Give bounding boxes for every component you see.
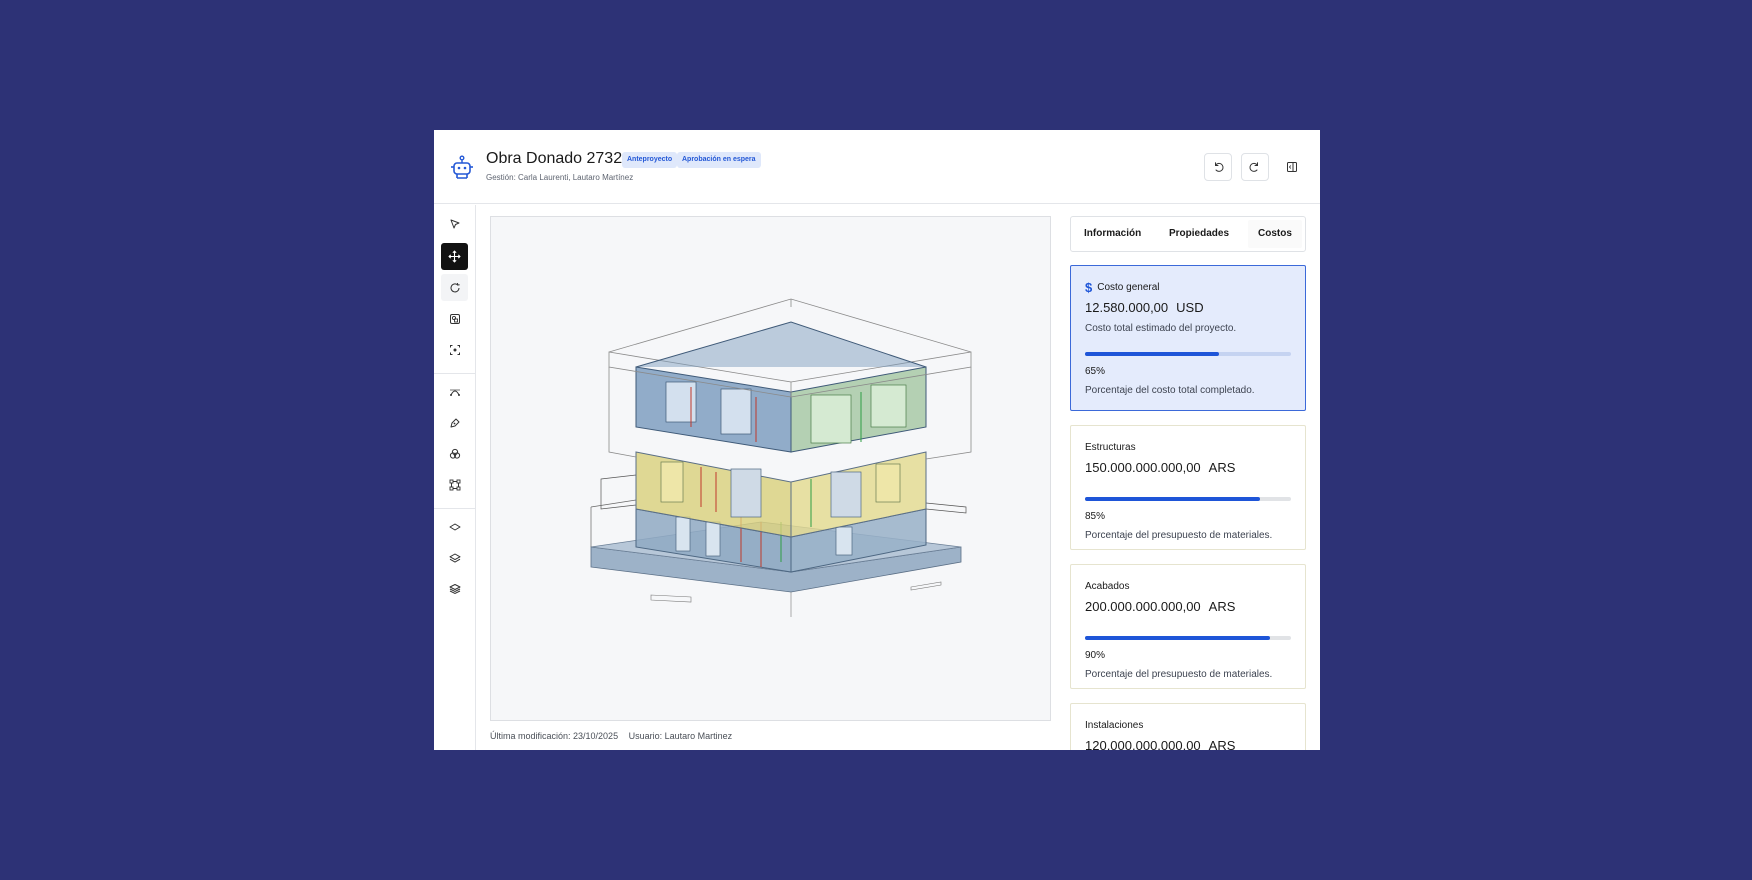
cost-amount-value: 120.000.000.000,00 bbox=[1085, 738, 1201, 750]
app-window: Obra Donado 2732 Anteproyecto Aprobación… bbox=[434, 130, 1320, 750]
curve-tool[interactable] bbox=[441, 378, 468, 405]
progress-percent: 65% bbox=[1085, 366, 1106, 377]
last-user: Usuario: Lautaro Martinez bbox=[628, 731, 733, 741]
cost-currency: ARS bbox=[1208, 738, 1236, 750]
focus-icon bbox=[449, 344, 460, 355]
progress-percent: 85% bbox=[1085, 511, 1106, 522]
rotate-tool[interactable] bbox=[441, 274, 468, 301]
project-managers: Gestión: Carla Laurenti, Lautaro Martíne… bbox=[486, 173, 634, 182]
status-badge-approval: Aprobación en espera bbox=[677, 152, 761, 168]
details-tabs: Información Propiedades Costos bbox=[1070, 216, 1306, 252]
select-icon bbox=[450, 219, 459, 228]
frame-tool[interactable] bbox=[441, 471, 468, 498]
pen-icon bbox=[450, 418, 459, 427]
shapes-icon bbox=[449, 313, 460, 324]
robot-logo-icon bbox=[451, 155, 473, 179]
cost-card-title: Instalaciones bbox=[1085, 719, 1144, 731]
app-header: Obra Donado 2732 Anteproyecto Aprobación… bbox=[434, 130, 1320, 204]
select-tool[interactable] bbox=[441, 210, 468, 237]
curve-icon bbox=[449, 389, 460, 396]
progress-bar bbox=[1085, 497, 1291, 501]
dollar-icon: $ bbox=[1085, 279, 1093, 295]
union-tool[interactable] bbox=[441, 440, 468, 467]
focus-tool[interactable] bbox=[441, 336, 468, 363]
cost-amount: 12.580.000,00 USD bbox=[1085, 300, 1291, 315]
cost-amount: 150.000.000.000,00 ARS bbox=[1085, 460, 1291, 475]
tab-costos[interactable]: Costos bbox=[1258, 228, 1292, 239]
pen-tool[interactable] bbox=[441, 409, 468, 436]
cost-currency: USD bbox=[1176, 300, 1204, 315]
undo-icon bbox=[1215, 162, 1224, 172]
frame-icon bbox=[449, 479, 460, 490]
shapes-tool[interactable] bbox=[441, 305, 468, 332]
progress-caption: Porcentaje del presupuesto de materiales… bbox=[1085, 530, 1273, 541]
progress-bar bbox=[1085, 636, 1291, 640]
cost-amount-value: 12.580.000,00 bbox=[1085, 300, 1169, 315]
progress-bar-fill bbox=[1085, 497, 1261, 501]
layer-single-tool[interactable] bbox=[441, 513, 468, 540]
union-icon bbox=[449, 448, 460, 459]
cost-card-title-text: Costo general bbox=[1097, 281, 1160, 293]
tab-propiedades[interactable]: Propiedades bbox=[1169, 228, 1229, 239]
layers-tool[interactable] bbox=[441, 544, 468, 571]
cost-currency: ARS bbox=[1208, 460, 1236, 475]
progress-caption: Porcentaje del presupuesto de materiales… bbox=[1085, 669, 1273, 680]
cost-card-estructuras[interactable]: Estructuras 150.000.000.000,00 ARS 85% Po… bbox=[1070, 425, 1306, 550]
cost-amount-value: 200.000.000.000,00 bbox=[1085, 599, 1201, 614]
cost-card-title: Acabados bbox=[1085, 580, 1130, 592]
toolbar-divider bbox=[434, 373, 476, 374]
rotate-icon bbox=[450, 282, 460, 292]
last-modified: Última modificación: 23/10/2025 bbox=[490, 731, 619, 741]
undo-button[interactable] bbox=[1204, 153, 1232, 181]
viewer-footer: Última modificación: 23/10/2025 Usuario:… bbox=[490, 731, 740, 741]
progress-caption: Porcentaje del costo total completado. bbox=[1085, 385, 1255, 396]
cost-card-general[interactable]: $ Costo general 12.580.000,00 USD Costo t… bbox=[1070, 265, 1306, 411]
layers-stack-tool[interactable] bbox=[441, 575, 468, 602]
cost-description: Costo total estimado del proyecto. bbox=[1085, 323, 1237, 334]
move-icon bbox=[448, 250, 461, 263]
tab-informacion[interactable]: Información bbox=[1084, 228, 1141, 239]
layer-single-icon bbox=[449, 523, 460, 530]
project-title: Obra Donado 2732 bbox=[486, 150, 623, 167]
cost-amount: 120.000.000.000,00 ARS bbox=[1085, 738, 1291, 750]
cost-amount-value: 150.000.000.000,00 bbox=[1085, 460, 1201, 475]
move-tool[interactable] bbox=[441, 243, 468, 270]
progress-percent: 90% bbox=[1085, 650, 1106, 661]
cost-amount: 200.000.000.000,00 ARS bbox=[1085, 599, 1291, 614]
layers-icon bbox=[449, 553, 460, 563]
layers-stack-icon bbox=[449, 583, 460, 594]
tool-sidebar bbox=[434, 205, 476, 750]
redo-icon bbox=[1249, 162, 1258, 172]
cost-card-acabados[interactable]: Acabados 200.000.000.000,00 ARS 90% Porce… bbox=[1070, 564, 1306, 689]
redo-button[interactable] bbox=[1241, 153, 1269, 181]
progress-bar-fill bbox=[1085, 636, 1271, 640]
progress-bar bbox=[1085, 352, 1291, 356]
building-3d-model bbox=[590, 298, 972, 617]
cost-card-title: $ Costo general bbox=[1085, 279, 1291, 295]
status-badge-anteproyecto: Anteproyecto bbox=[622, 152, 678, 168]
cost-card-instalaciones[interactable]: Instalaciones 120.000.000.000,00 ARS bbox=[1070, 703, 1306, 750]
cost-card-title: Estructuras bbox=[1085, 441, 1136, 453]
model-viewport[interactable] bbox=[490, 216, 1051, 721]
cost-currency: ARS bbox=[1208, 599, 1236, 614]
panel-toggle-icon bbox=[1287, 162, 1297, 172]
progress-bar-fill bbox=[1085, 352, 1219, 356]
panel-toggle-button[interactable] bbox=[1278, 153, 1306, 181]
toolbar-divider bbox=[434, 508, 476, 509]
